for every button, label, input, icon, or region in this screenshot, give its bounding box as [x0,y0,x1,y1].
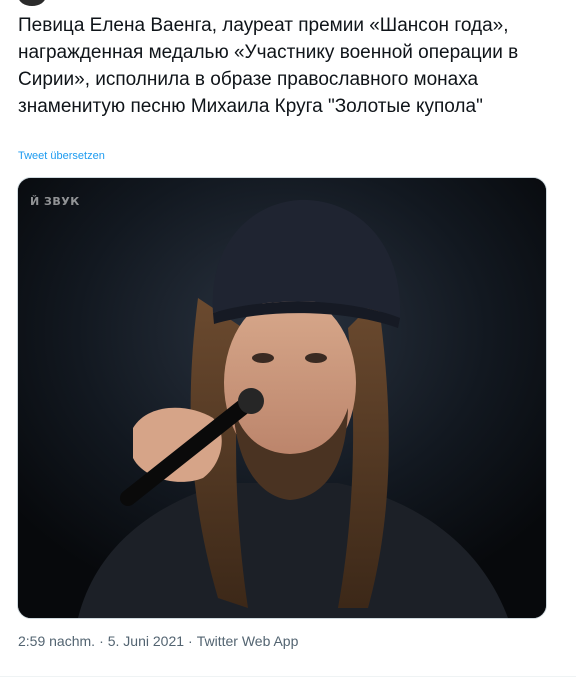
avatar[interactable] [18,0,46,6]
tweet-text: Певица Елена Ваенга, лауреат премии «Шан… [18,15,519,117]
tweet-card: Певица Елена Ваенга, лауреат премии «Шан… [0,0,576,680]
media-photo [18,178,546,618]
tweet-time[interactable]: 2:59 nachm. [18,633,95,649]
tweet-media[interactable]: Й ЗВУК [17,177,547,619]
tweet-source-link[interactable]: Twitter Web App [197,633,299,649]
tweet-metadata: 2:59 nachm. · 5. Juni 2021 · Twitter Web App [18,633,298,649]
separator: · [99,633,104,649]
separator: · [188,633,193,649]
divider [0,676,576,677]
video-overlay-text: Й ЗВУК [30,195,80,208]
translate-tweet-link[interactable]: Tweet übersetzen [18,150,105,162]
tweet-date[interactable]: 5. Juni 2021 [108,633,184,649]
